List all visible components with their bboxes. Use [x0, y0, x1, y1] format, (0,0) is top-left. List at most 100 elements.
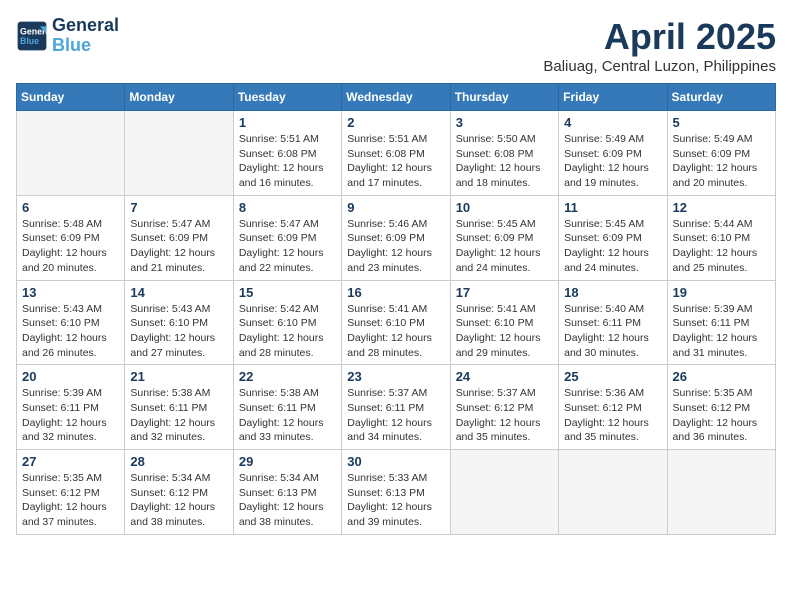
day-number: 12 [673, 200, 770, 215]
calendar-cell: 12 Sunrise: 5:44 AM Sunset: 6:10 PM Dayli… [667, 195, 775, 280]
day-number: 1 [239, 115, 336, 130]
calendar-cell [559, 450, 667, 535]
week-row-1: 1 Sunrise: 5:51 AM Sunset: 6:08 PM Daylig… [17, 111, 776, 196]
calendar-cell: 17Sunrise: 5:41 AM Sunset: 6:10 PM Dayli… [450, 280, 558, 365]
day-detail: Sunrise: 5:40 AM Sunset: 6:11 PM Dayligh… [564, 302, 661, 361]
day-detail: Sunrise: 5:37 AM Sunset: 6:12 PM Dayligh… [456, 386, 553, 445]
calendar-cell: 23 Sunrise: 5:37 AM Sunset: 6:11 PM Dayli… [342, 365, 450, 450]
calendar-cell [450, 450, 558, 535]
calendar-cell: 5 Sunrise: 5:49 AM Sunset: 6:09 PM Daylig… [667, 111, 775, 196]
calendar-cell [667, 450, 775, 535]
calendar-cell: 21Sunrise: 5:38 AM Sunset: 6:11 PM Dayli… [125, 365, 233, 450]
day-number: 24 [456, 369, 553, 384]
col-header-friday: Friday [559, 84, 667, 111]
calendar-cell: 3 Sunrise: 5:50 AM Sunset: 6:08 PM Daylig… [450, 111, 558, 196]
day-number: 16 [347, 285, 444, 300]
week-row-5: 27 Sunrise: 5:35 AM Sunset: 6:12 PM Dayli… [17, 450, 776, 535]
day-number: 2 [347, 115, 444, 130]
calendar-cell: 16 Sunrise: 5:41 AM Sunset: 6:10 PM Dayli… [342, 280, 450, 365]
calendar-cell: 2 Sunrise: 5:51 AM Sunset: 6:08 PM Daylig… [342, 111, 450, 196]
day-detail: Sunrise: 5:49 AM Sunset: 6:09 PM Dayligh… [673, 132, 770, 191]
day-number: 7 [130, 200, 227, 215]
calendar-cell: 24 Sunrise: 5:37 AM Sunset: 6:12 PM Dayli… [450, 365, 558, 450]
day-detail: Sunrise: 5:34 AM Sunset: 6:12 PM Dayligh… [130, 471, 227, 530]
calendar-cell: 8Sunrise: 5:47 AM Sunset: 6:09 PM Daylig… [233, 195, 341, 280]
day-detail: Sunrise: 5:42 AM Sunset: 6:10 PM Dayligh… [239, 302, 336, 361]
day-detail: Sunrise: 5:47 AM Sunset: 6:09 PM Dayligh… [130, 217, 227, 276]
day-number: 28 [130, 454, 227, 469]
day-detail: Sunrise: 5:45 AM Sunset: 6:09 PM Dayligh… [456, 217, 553, 276]
svg-text:Blue: Blue [20, 36, 39, 46]
calendar-cell: 4Sunrise: 5:49 AM Sunset: 6:09 PM Daylig… [559, 111, 667, 196]
day-number: 30 [347, 454, 444, 469]
day-detail: Sunrise: 5:37 AM Sunset: 6:11 PM Dayligh… [347, 386, 444, 445]
day-number: 23 [347, 369, 444, 384]
day-detail: Sunrise: 5:38 AM Sunset: 6:11 PM Dayligh… [130, 386, 227, 445]
col-header-monday: Monday [125, 84, 233, 111]
col-header-tuesday: Tuesday [233, 84, 341, 111]
day-number: 15 [239, 285, 336, 300]
calendar-cell [17, 111, 125, 196]
day-number: 26 [673, 369, 770, 384]
day-number: 22 [239, 369, 336, 384]
calendar-cell: 1 Sunrise: 5:51 AM Sunset: 6:08 PM Daylig… [233, 111, 341, 196]
week-row-2: 6 Sunrise: 5:48 AM Sunset: 6:09 PM Daylig… [17, 195, 776, 280]
logo: General Blue GeneralBlue [16, 16, 119, 56]
day-detail: Sunrise: 5:39 AM Sunset: 6:11 PM Dayligh… [22, 386, 119, 445]
day-detail: Sunrise: 5:38 AM Sunset: 6:11 PM Dayligh… [239, 386, 336, 445]
day-detail: Sunrise: 5:33 AM Sunset: 6:13 PM Dayligh… [347, 471, 444, 530]
calendar-table: SundayMondayTuesdayWednesdayThursdayFrid… [16, 83, 776, 535]
calendar-cell [125, 111, 233, 196]
day-number: 20 [22, 369, 119, 384]
day-number: 18 [564, 285, 661, 300]
day-detail: Sunrise: 5:46 AM Sunset: 6:09 PM Dayligh… [347, 217, 444, 276]
day-number: 27 [22, 454, 119, 469]
day-detail: Sunrise: 5:49 AM Sunset: 6:09 PM Dayligh… [564, 132, 661, 191]
day-number: 10 [456, 200, 553, 215]
calendar-cell: 7 Sunrise: 5:47 AM Sunset: 6:09 PM Daylig… [125, 195, 233, 280]
col-header-saturday: Saturday [667, 84, 775, 111]
calendar-cell: 28 Sunrise: 5:34 AM Sunset: 6:12 PM Dayli… [125, 450, 233, 535]
calendar-cell: 9Sunrise: 5:46 AM Sunset: 6:09 PM Daylig… [342, 195, 450, 280]
calendar-header-row: SundayMondayTuesdayWednesdayThursdayFrid… [17, 84, 776, 111]
day-detail: Sunrise: 5:44 AM Sunset: 6:10 PM Dayligh… [673, 217, 770, 276]
day-number: 14 [130, 285, 227, 300]
day-detail: Sunrise: 5:50 AM Sunset: 6:08 PM Dayligh… [456, 132, 553, 191]
col-header-thursday: Thursday [450, 84, 558, 111]
day-number: 19 [673, 285, 770, 300]
day-number: 13 [22, 285, 119, 300]
calendar-cell: 13 Sunrise: 5:43 AM Sunset: 6:10 PM Dayli… [17, 280, 125, 365]
calendar-cell: 22 Sunrise: 5:38 AM Sunset: 6:11 PM Dayli… [233, 365, 341, 450]
page-header: General Blue GeneralBlue April 2025 Bali… [16, 16, 776, 75]
calendar-cell: 18 Sunrise: 5:40 AM Sunset: 6:11 PM Dayli… [559, 280, 667, 365]
day-number: 6 [22, 200, 119, 215]
day-detail: Sunrise: 5:45 AM Sunset: 6:09 PM Dayligh… [564, 217, 661, 276]
day-detail: Sunrise: 5:43 AM Sunset: 6:10 PM Dayligh… [22, 302, 119, 361]
calendar-cell: 20 Sunrise: 5:39 AM Sunset: 6:11 PM Dayli… [17, 365, 125, 450]
day-detail: Sunrise: 5:51 AM Sunset: 6:08 PM Dayligh… [239, 132, 336, 191]
day-number: 11 [564, 200, 661, 215]
day-detail: Sunrise: 5:35 AM Sunset: 6:12 PM Dayligh… [22, 471, 119, 530]
calendar-cell: 26 Sunrise: 5:35 AM Sunset: 6:12 PM Dayli… [667, 365, 775, 450]
day-number: 3 [456, 115, 553, 130]
day-detail: Sunrise: 5:41 AM Sunset: 6:10 PM Dayligh… [347, 302, 444, 361]
day-detail: Sunrise: 5:51 AM Sunset: 6:08 PM Dayligh… [347, 132, 444, 191]
calendar-cell: 15 Sunrise: 5:42 AM Sunset: 6:10 PM Dayli… [233, 280, 341, 365]
col-header-wednesday: Wednesday [342, 84, 450, 111]
day-number: 17 [456, 285, 553, 300]
day-detail: Sunrise: 5:47 AM Sunset: 6:09 PM Dayligh… [239, 217, 336, 276]
logo-text: GeneralBlue [52, 16, 119, 56]
subtitle: Baliuag, Central Luzon, Philippines [543, 58, 776, 75]
calendar-cell: 19Sunrise: 5:39 AM Sunset: 6:11 PM Dayli… [667, 280, 775, 365]
main-title: April 2025 [543, 16, 776, 58]
calendar-cell: 25Sunrise: 5:36 AM Sunset: 6:12 PM Dayli… [559, 365, 667, 450]
day-number: 29 [239, 454, 336, 469]
week-row-4: 20 Sunrise: 5:39 AM Sunset: 6:11 PM Dayli… [17, 365, 776, 450]
day-number: 5 [673, 115, 770, 130]
day-detail: Sunrise: 5:48 AM Sunset: 6:09 PM Dayligh… [22, 217, 119, 276]
day-detail: Sunrise: 5:36 AM Sunset: 6:12 PM Dayligh… [564, 386, 661, 445]
day-detail: Sunrise: 5:43 AM Sunset: 6:10 PM Dayligh… [130, 302, 227, 361]
calendar-cell: 27 Sunrise: 5:35 AM Sunset: 6:12 PM Dayli… [17, 450, 125, 535]
calendar-cell: 30 Sunrise: 5:33 AM Sunset: 6:13 PM Dayli… [342, 450, 450, 535]
day-detail: Sunrise: 5:35 AM Sunset: 6:12 PM Dayligh… [673, 386, 770, 445]
